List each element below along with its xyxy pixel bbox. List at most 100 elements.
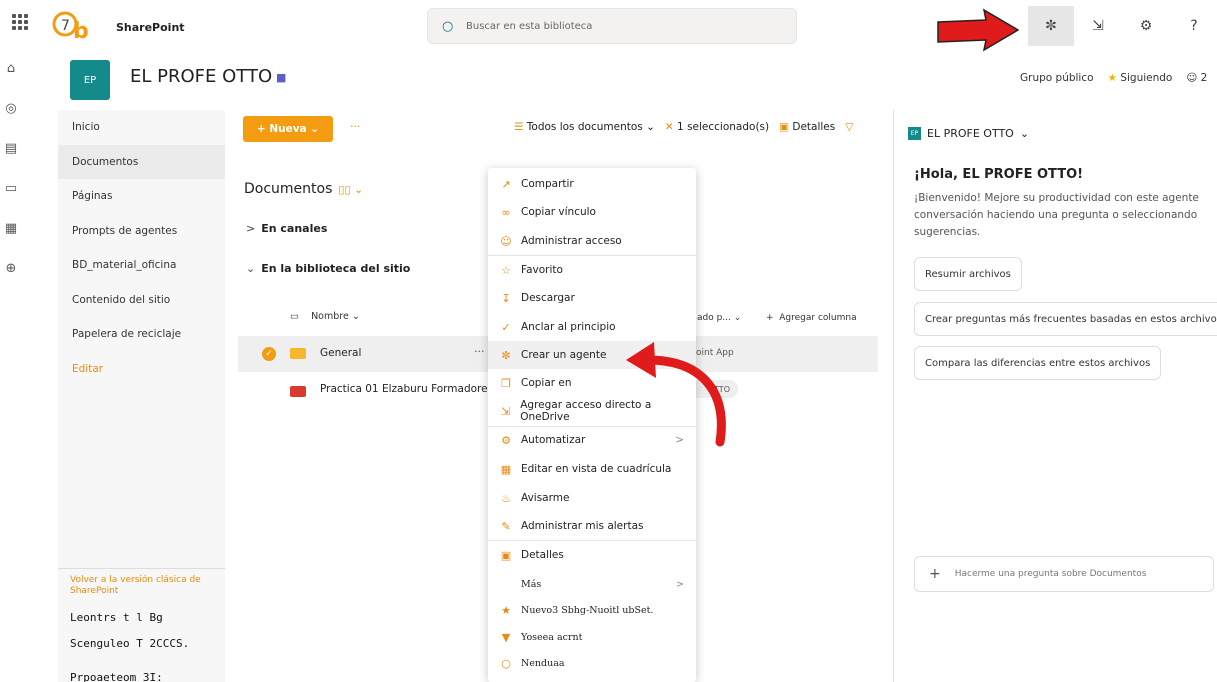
ask-input[interactable]: + Hacerme una pregunta sobre Documentos — [914, 556, 1214, 592]
new-button[interactable]: + Nueva ⌄ — [243, 116, 333, 142]
svg-text:b: b — [73, 19, 89, 42]
garbled-icon: ▼ — [501, 630, 511, 644]
menu-item-favorito[interactable]: ☆ Favorito — [488, 256, 696, 284]
suggestion-resumir[interactable]: Resumir archivos — [914, 257, 1022, 291]
command-bar-right: ☰ Todos los documentos ⌄ ✕ 1 seleccionad… — [514, 121, 853, 133]
add-column-button[interactable]: + Agregar columna — [766, 313, 857, 323]
menu-item-descargar[interactable]: ↧ Descargar — [488, 284, 696, 312]
menu-item-garbled-1[interactable]: ★ Nuevo3 Sbhg-Nuoitl ubSet. — [488, 596, 696, 624]
column-name[interactable]: ▭ Nombre ⌄ — [290, 311, 360, 322]
plus-icon[interactable]: + — [929, 566, 941, 582]
search-icon: ○ — [442, 19, 454, 34]
share-icon[interactable]: ⇲ — [1074, 6, 1122, 46]
agent-icon: ✼ — [501, 348, 511, 362]
star-icon: ★ — [1107, 72, 1117, 84]
nav-item-prompts[interactable]: Prompts de agentes — [58, 214, 225, 249]
download-icon: ↧ — [501, 291, 511, 305]
nav-footer: Volver a la versión clásica de SharePoin… — [58, 568, 225, 682]
menu-item-compartir[interactable]: ↗ Compartir — [488, 170, 696, 198]
library-icon[interactable]: ▯▯ ⌄ — [338, 183, 363, 196]
garbled-icon: ★ — [501, 603, 511, 617]
menu-item-garbled-2[interactable]: ▼ Yoseea acrnt — [488, 623, 696, 651]
news-icon[interactable]: ▤ — [0, 128, 22, 168]
row-name[interactable]: General — [320, 347, 361, 359]
menu-item-avisarme[interactable]: ♨ Avisarme — [488, 484, 696, 512]
suggestion-preguntas[interactable]: Crear preguntas más frecuentes basadas e… — [914, 302, 1217, 336]
view-switcher[interactable]: ☰ Todos los documentos ⌄ — [514, 121, 655, 133]
copilot-icon[interactable]: ✼ — [1028, 6, 1074, 46]
chevron-right-icon: > — [246, 222, 256, 235]
red-curved-arrow — [626, 342, 726, 447]
red-pointer-arrow — [937, 8, 1020, 52]
site-visibility: Grupo público — [1020, 72, 1094, 84]
nav-item-contenido[interactable]: Contenido del sitio — [58, 283, 225, 318]
menu-item-alertas[interactable]: ✎ Administrar mis alertas — [488, 512, 696, 540]
automate-icon: ⚙ — [501, 433, 511, 447]
row-name[interactable]: Practica 01 Elzaburu Formadores IT — [320, 383, 488, 395]
row-more-icon[interactable]: ··· — [474, 345, 485, 358]
details-button[interactable]: ▣ Detalles — [779, 121, 835, 133]
top-bar: 7 b SharePoint ○ Buscar en esta bibliote… — [0, 0, 1217, 52]
file-icon[interactable]: ▭ — [0, 168, 22, 208]
pin-icon: ✓ — [501, 320, 511, 334]
folder-icon — [290, 386, 306, 397]
garbled-text-2: Scenguleo T 2CCCS. — [70, 637, 190, 650]
column-modified-by[interactable]: ado p... ⌄ — [697, 313, 741, 323]
nav-edit-link[interactable]: Editar — [58, 352, 225, 387]
library-title: Documentos ▯▯ ⌄ — [244, 181, 364, 197]
nav-item-documentos[interactable]: Documentos — [58, 144, 225, 179]
search-box[interactable]: ○ Buscar en esta biblioteca — [427, 8, 797, 44]
app-name: SharePoint — [116, 21, 185, 34]
create-icon[interactable]: ⊕ — [0, 248, 22, 288]
menu-item-copiar-vinculo[interactable]: ∞ Copiar vínculo — [488, 198, 696, 226]
menu-item-administrar-acceso[interactable]: ☺ Administrar acceso — [488, 227, 696, 255]
link-icon: ∞ — [501, 205, 511, 219]
teams-icon: ■ — [276, 71, 287, 84]
site-actions: Grupo público ★ Siguiendo ☺ 2 — [1020, 72, 1207, 84]
shortcut-icon: ⇲ — [501, 404, 511, 418]
checkmark-icon[interactable]: ✓ — [262, 347, 276, 361]
nav-item-paginas[interactable]: Páginas — [58, 179, 225, 214]
classic-view-link[interactable]: Volver a la versión clásica de SharePoin… — [70, 575, 213, 597]
menu-item-garbled-3[interactable]: ○ Nenduaa — [488, 649, 696, 677]
globe-icon[interactable]: ◎ — [0, 88, 22, 128]
help-icon[interactable]: ? — [1170, 6, 1217, 46]
menu-item-detalles[interactable]: ▣ Detalles — [488, 541, 696, 569]
person-icon: ☺ — [1186, 72, 1198, 84]
search-input[interactable]: Buscar en esta biblioteca — [466, 21, 592, 32]
file-type-icon: ▭ — [290, 311, 299, 322]
menu-item-mas[interactable]: Más > — [488, 570, 696, 598]
panel-site-selector[interactable]: EP EL PROFE OTTO ⌄ — [908, 127, 1029, 140]
site-avatar-small: EP — [908, 127, 921, 140]
members-button[interactable]: ☺ 2 — [1186, 72, 1207, 84]
nav-item-bd-material[interactable]: BD_material_oficina — [58, 248, 225, 283]
chevron-right-icon: > — [676, 578, 684, 590]
list-icon[interactable]: ▦ — [0, 208, 22, 248]
more-commands-icon[interactable]: ··· — [350, 120, 361, 133]
person-icon: ☺ — [500, 234, 512, 248]
site-title[interactable]: EL PROFE OTTO — [130, 66, 272, 87]
menu-item-editar-cuadricula[interactable]: ▦ Editar en vista de cuadrícula — [488, 455, 696, 483]
group-biblioteca[interactable]: ⌄ En la biblioteca del sitio — [246, 262, 410, 275]
copilot-panel: EP EL PROFE OTTO ⌄ ¡Hola, EL PROFE OTTO! … — [893, 110, 1217, 682]
home-icon[interactable]: ⌂ — [0, 48, 22, 88]
star-icon: ☆ — [501, 263, 511, 277]
group-en-canales[interactable]: > En canales — [246, 222, 327, 235]
filter-icon[interactable]: ▽ — [845, 121, 853, 133]
nav-item-papelera[interactable]: Papelera de reciclaje — [58, 317, 225, 352]
suggestion-compara[interactable]: Compara las diferencias entre estos arch… — [914, 346, 1162, 380]
site-avatar: EP — [70, 60, 110, 100]
nav-item-inicio[interactable]: Inicio — [58, 110, 225, 145]
close-icon: ✕ — [664, 121, 674, 133]
view-icon: ☰ — [514, 121, 524, 133]
settings-icon[interactable]: ⚙ — [1122, 6, 1170, 46]
selection-status[interactable]: ✕ 1 seleccionado(s) — [665, 121, 769, 133]
svg-text:7: 7 — [61, 18, 70, 34]
bell-icon: ♨ — [501, 491, 511, 505]
share-icon: ↗ — [501, 177, 511, 191]
panel-intro: ¡Bienvenido! Mejore su productividad con… — [914, 192, 1199, 238]
follow-button[interactable]: ★ Siguiendo — [1108, 72, 1173, 84]
chevron-down-icon: ⌄ — [246, 262, 256, 275]
app-launcher-icon[interactable] — [12, 14, 28, 30]
garbled-icon: ○ — [501, 656, 511, 670]
